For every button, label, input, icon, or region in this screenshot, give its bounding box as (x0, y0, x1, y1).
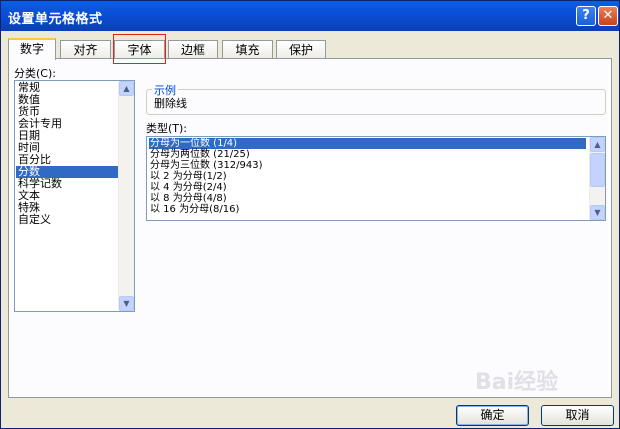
cancel-button[interactable]: 取消 (541, 405, 614, 426)
tab-alignment[interactable]: 对齐 (60, 40, 111, 59)
chevron-up-icon[interactable]: ▲ (119, 81, 134, 96)
type-item[interactable]: 分母为三位数 (312/943) (149, 160, 586, 171)
ok-button[interactable]: 确定 (456, 405, 529, 426)
category-scrollbar[interactable]: ▲ ▼ (118, 81, 134, 311)
question-icon: ? (582, 8, 590, 23)
category-label: 分类(C): (14, 67, 56, 80)
chevron-down-icon[interactable]: ▼ (590, 205, 605, 220)
close-icon: ✕ (602, 8, 614, 23)
category-list[interactable]: 常规 数值 货币 会计专用 日期 时间 百分比 分数 科学记数 文本 特殊 自定… (14, 80, 135, 312)
type-label: 类型(T): (146, 122, 188, 135)
type-item[interactable]: 以 4 为分母(2/4) (149, 182, 586, 193)
number-tab-panel: 分类(C): 常规 数值 货币 会计专用 日期 时间 百分比 分数 科学记数 文… (8, 58, 612, 398)
help-button[interactable]: ? (576, 6, 596, 26)
category-item[interactable]: 自定义 (16, 214, 119, 226)
title-bar[interactable]: 设置单元格格式 ? ✕ (1, 1, 619, 31)
sample-frame (146, 89, 606, 115)
sample-group: 示例 删除线 (146, 82, 606, 115)
format-cells-dialog: 设置单元格格式 ? ✕ 数字 对齐 字体 边框 填充 保护 分类(C): 常规 … (0, 0, 620, 429)
type-item[interactable]: 分母为两位数 (21/25) (149, 149, 586, 160)
tab-protection[interactable]: 保护 (276, 40, 326, 59)
chevron-down-icon[interactable]: ▼ (119, 296, 134, 311)
chevron-up-icon[interactable]: ▲ (590, 137, 605, 152)
close-button[interactable]: ✕ (598, 6, 618, 26)
type-item[interactable]: 以 8 为分母(4/8) (149, 193, 586, 204)
baidu-watermark: Bai经验 (475, 370, 559, 395)
sample-value: 删除线 (154, 97, 187, 110)
type-item-selected[interactable]: 分母为一位数 (1/4) (149, 138, 586, 149)
tab-fill[interactable]: 填充 (222, 40, 273, 59)
scroll-thumb[interactable] (590, 153, 605, 187)
type-list[interactable]: 分母为一位数 (1/4) 分母为两位数 (21/25) 分母为三位数 (312/… (146, 136, 606, 221)
dialog-title: 设置单元格格式 (8, 12, 103, 27)
tab-border[interactable]: 边框 (168, 40, 218, 59)
type-item[interactable]: 以 2 为分母(1/2) (149, 171, 586, 182)
type-scrollbar[interactable]: ▲ ▼ (589, 137, 605, 220)
font-tab-highlight (113, 34, 166, 64)
type-item[interactable]: 以 16 为分母(8/16) (149, 204, 586, 215)
tab-number[interactable]: 数字 (8, 38, 56, 60)
